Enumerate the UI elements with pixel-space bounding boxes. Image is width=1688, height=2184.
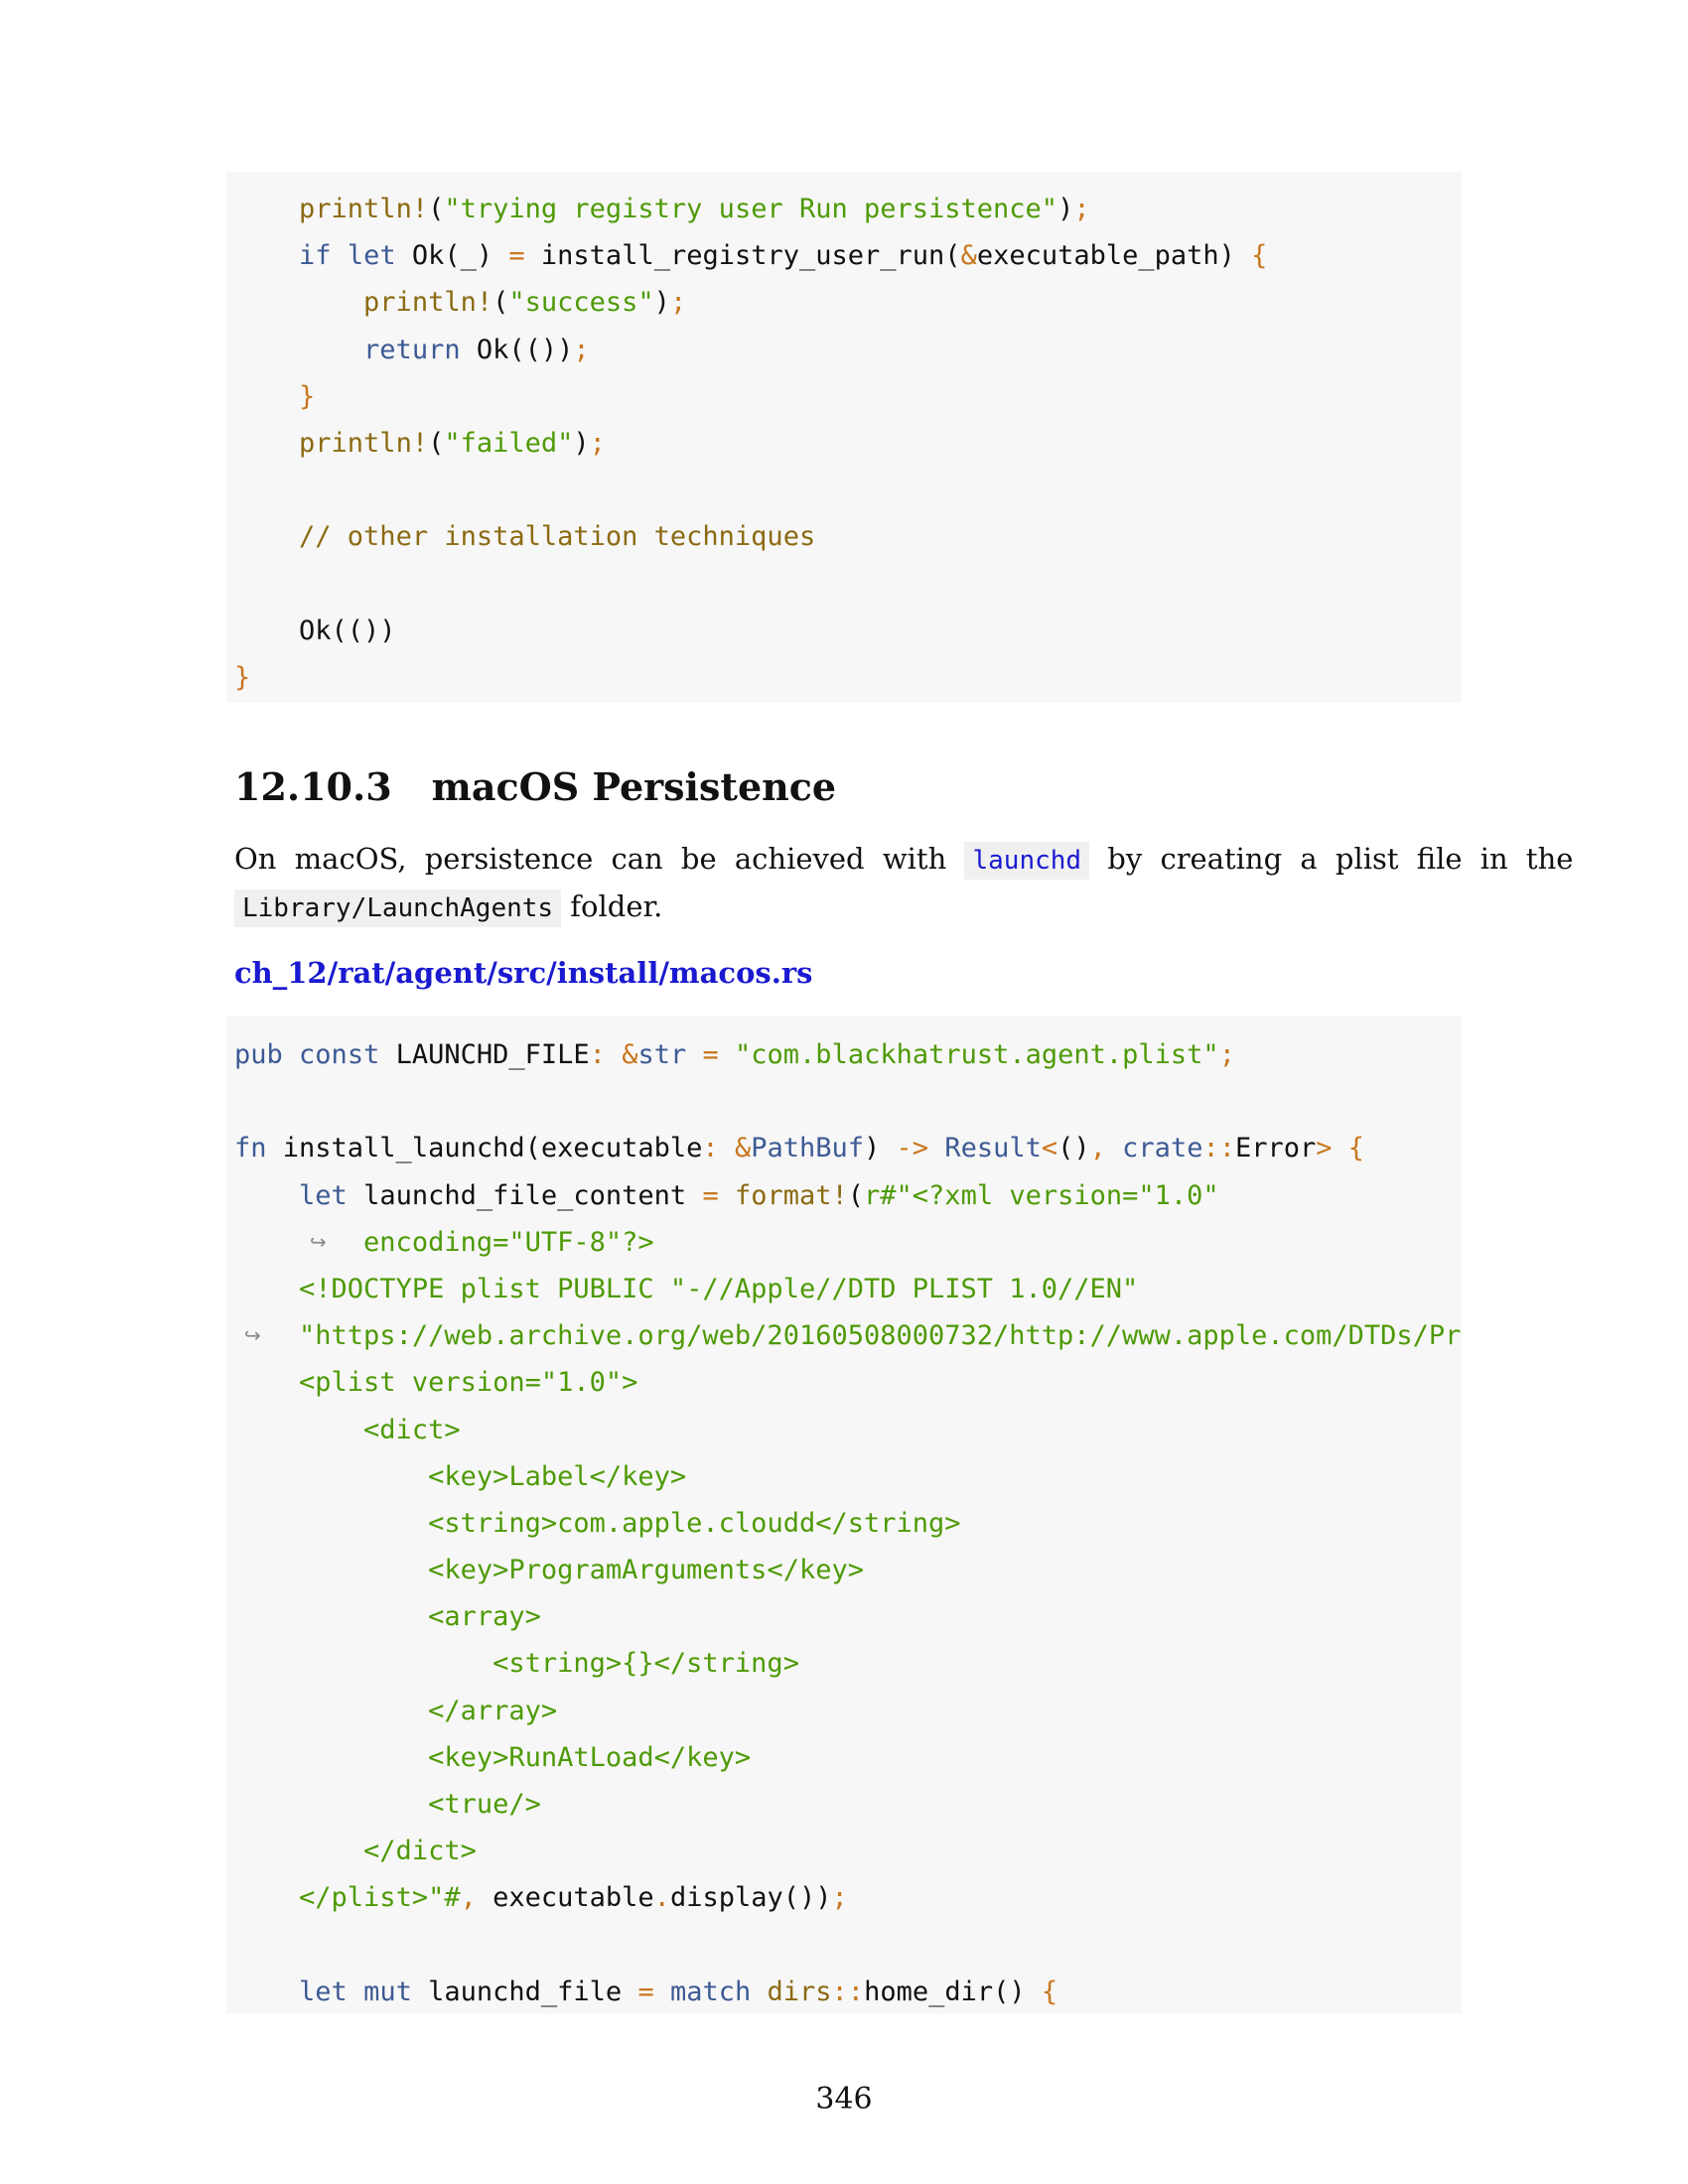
code-line: <true/> — [428, 1789, 541, 1820]
code-line: } — [299, 380, 316, 412]
code-line: <string>com.apple.cloudd</string> — [428, 1507, 961, 1539]
inline-code-launchd: launchd — [964, 842, 1090, 880]
code-line: println!("trying registry user Run persi… — [299, 194, 1090, 224]
code-line: ↪ "https://web.archive.org/web/201605080… — [226, 1312, 1462, 1359]
code-block: pub const LAUNCHD_FILE: &str = "com.blac… — [226, 1017, 1462, 2013]
paragraph-line: Library/LaunchAgents folder. — [234, 889, 1456, 927]
code-line: Ok(()) — [234, 614, 396, 646]
section-heading: 12.10.3 macOS Persistence — [234, 764, 836, 809]
section-number: 12.10.3 — [234, 764, 392, 809]
code-line: </plist>"#, executable.display()); — [299, 1882, 848, 1914]
paragraph-line: On macOS, persistence can be achieved wi… — [234, 842, 1573, 880]
line-continuation-icon: ↪ — [310, 1229, 327, 1254]
code-line: pub const LAUNCHD_FILE: &str = "com.blac… — [234, 1039, 1235, 1070]
code-line: <key>ProgramArguments</key> — [428, 1555, 864, 1586]
code-line: <key>Label</key> — [428, 1460, 687, 1492]
code-line: </array> — [428, 1695, 558, 1726]
section-title: macOS Persistence — [431, 764, 837, 809]
code-line: println!("failed"); — [299, 427, 606, 459]
source-file-link[interactable]: ch_12/rat/agent/src/install/macos.rs — [234, 956, 812, 990]
code-line: <key>RunAtLoad</key> — [428, 1741, 752, 1773]
paragraph-text: folder. — [570, 889, 663, 923]
code-line: <plist version="1.0"> — [299, 1367, 638, 1399]
code-line: <string>{}</string> — [492, 1648, 799, 1680]
line-continuation-icon: ↪ — [244, 1323, 261, 1348]
code-line: ↪ encoding="UTF-8"?> — [226, 1219, 1462, 1266]
code-block: println!("trying registry user Run persi… — [226, 172, 1462, 703]
code-line: <!DOCTYPE plist PUBLIC "-//Apple//DTD PL… — [299, 1273, 1139, 1304]
code-line: if let Ok(_) = install_registry_user_run… — [299, 240, 1268, 272]
code-line: return Ok(()); — [363, 334, 590, 365]
code-line: </dict> — [363, 1836, 477, 1867]
code-line: } — [234, 661, 251, 693]
code-line: let launchd_file_content = format!(r#"<?… — [299, 1179, 1219, 1211]
code-line: let mut launchd_file = match dirs::home_… — [299, 1976, 1058, 2007]
code-line: fn install_launchd(executable: &PathBuf)… — [234, 1133, 1365, 1164]
code-line: <array> — [428, 1601, 541, 1633]
paragraph-text: by creating a plist file in the — [1107, 842, 1574, 876]
code-comment: // other installation techniques — [299, 521, 816, 553]
page-number: 346 — [815, 2082, 873, 2116]
code-line: println!("success"); — [363, 287, 687, 319]
paragraph-text: On macOS, persistence can be achieved wi… — [234, 842, 947, 876]
code-line: <dict> — [363, 1414, 461, 1445]
inline-code-launchagents: Library/LaunchAgents — [234, 889, 562, 927]
